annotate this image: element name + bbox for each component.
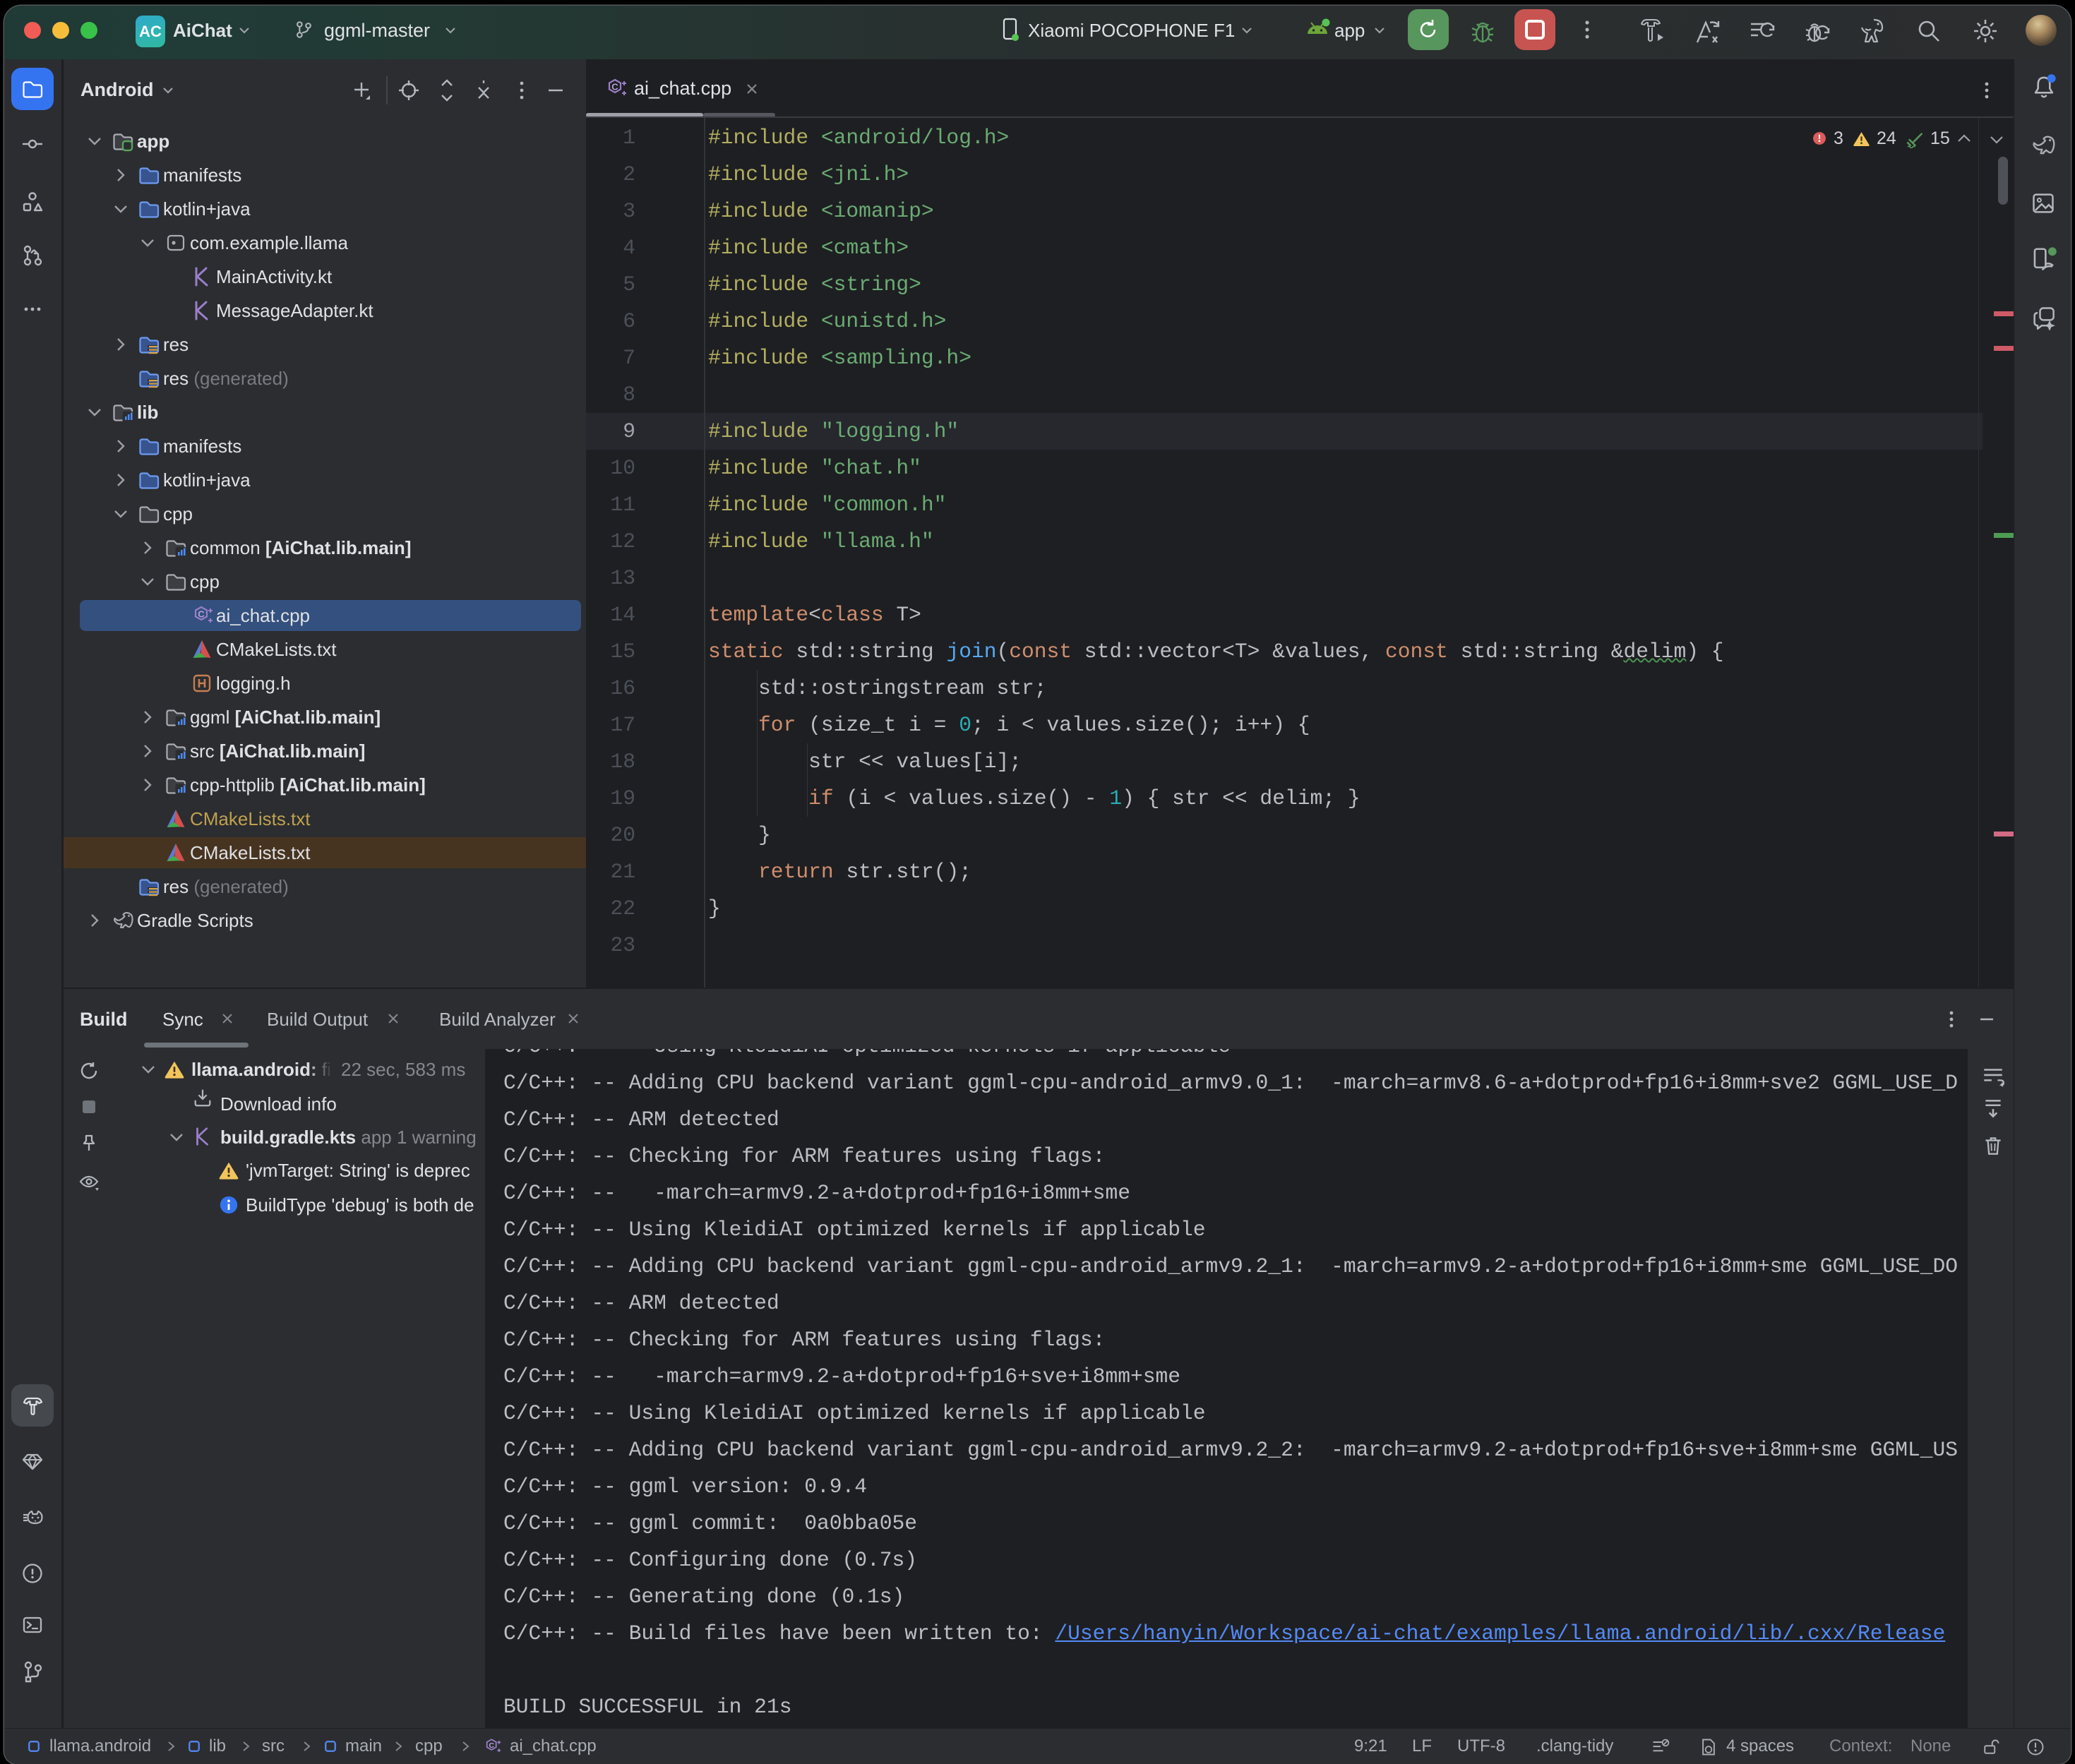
svg-text:C: C xyxy=(489,1741,494,1750)
svg-text:C: C xyxy=(611,82,618,92)
svg-text:C: C xyxy=(198,609,205,620)
